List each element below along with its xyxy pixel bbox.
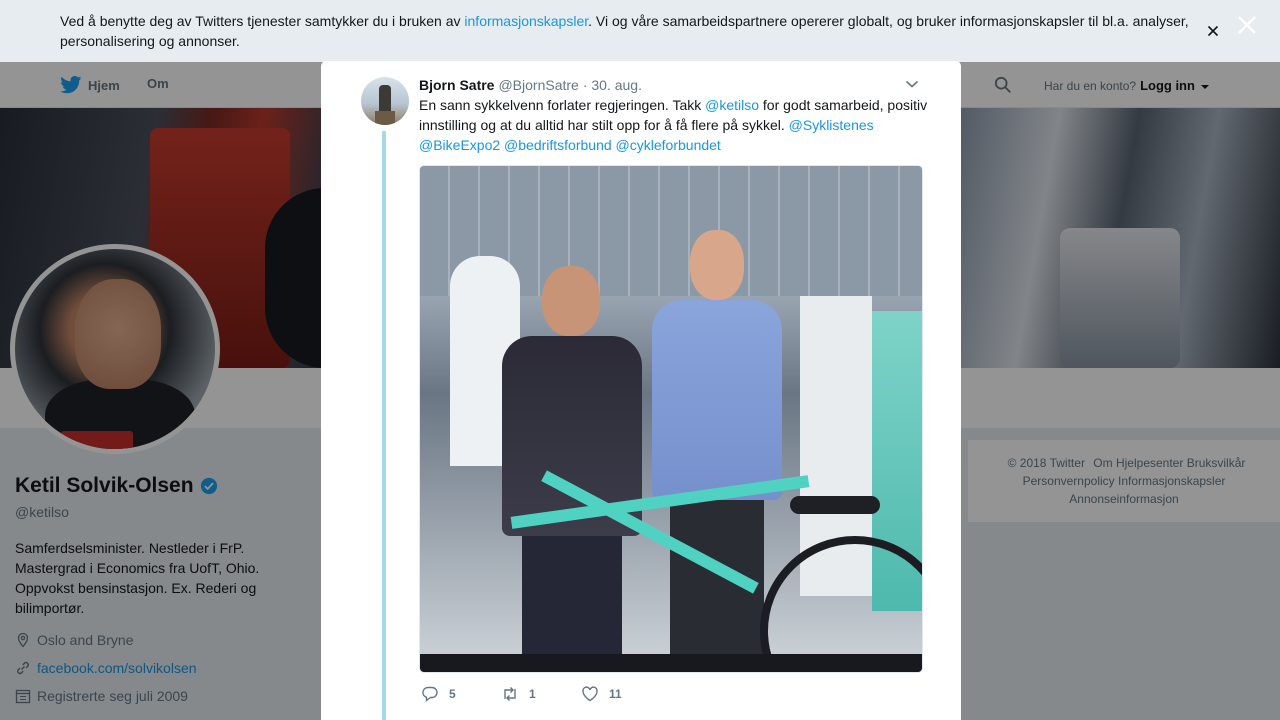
photo-shape bbox=[542, 266, 600, 336]
tweet-author-name[interactable]: Bjorn Satre bbox=[419, 77, 494, 93]
retweet-button[interactable]: 1 bbox=[501, 685, 581, 703]
tweet-author-avatar[interactable] bbox=[361, 77, 409, 125]
tweet-header: Bjorn Satre @BjornSatre · 30. aug. bbox=[419, 77, 642, 93]
mention-link[interactable]: @BikeExpo2 bbox=[419, 137, 500, 153]
reply-button[interactable]: 5 bbox=[421, 685, 501, 703]
photo-shape bbox=[522, 536, 622, 672]
retweet-count: 1 bbox=[529, 687, 536, 701]
tweet-actions: 5 1 11 bbox=[421, 685, 622, 703]
mention-link[interactable]: @Syklistenes bbox=[789, 117, 874, 133]
mention-link[interactable]: @cykleforbundet bbox=[616, 137, 721, 153]
photo-shape bbox=[790, 496, 880, 514]
close-icon[interactable] bbox=[1234, 12, 1260, 38]
reply-icon bbox=[422, 686, 438, 702]
like-count: 11 bbox=[609, 687, 622, 701]
thread-line bbox=[382, 131, 386, 720]
reply-count: 5 bbox=[449, 687, 456, 701]
photo-shape bbox=[492, 256, 652, 672]
retweet-icon bbox=[504, 687, 516, 701]
photo-shape bbox=[690, 230, 744, 300]
like-icon bbox=[582, 686, 598, 702]
tweet-text-part: En sann sykkelvenn forlater regjeringen.… bbox=[419, 97, 706, 113]
tweet-author-handle[interactable]: @BjornSatre bbox=[498, 77, 578, 93]
photo-shape bbox=[760, 536, 922, 672]
mention-link[interactable]: @ketilso bbox=[705, 97, 759, 113]
chevron-down-icon[interactable] bbox=[905, 79, 919, 89]
cookie-text-before: Ved å benytte deg av Twitters tjenester … bbox=[60, 13, 465, 29]
cookie-banner: Ved å benytte deg av Twitters tjenester … bbox=[0, 0, 1280, 62]
tweet-text: En sann sykkelvenn forlater regjeringen.… bbox=[419, 95, 929, 155]
cookie-policy-link[interactable]: informasjonskapsler bbox=[464, 13, 588, 29]
like-button[interactable]: 11 bbox=[581, 685, 622, 703]
photo-shape bbox=[420, 654, 922, 672]
tweet-date[interactable]: · 30. aug. bbox=[583, 77, 642, 93]
tweet-photo[interactable] bbox=[419, 165, 923, 673]
mention-link[interactable]: @bedriftsforbund bbox=[504, 137, 612, 153]
avatar-photo-shape bbox=[375, 111, 395, 125]
close-icon[interactable] bbox=[1204, 22, 1222, 40]
tweet-modal: Bjorn Satre @BjornSatre · 30. aug. En sa… bbox=[321, 61, 961, 720]
photo-shape bbox=[652, 300, 782, 500]
